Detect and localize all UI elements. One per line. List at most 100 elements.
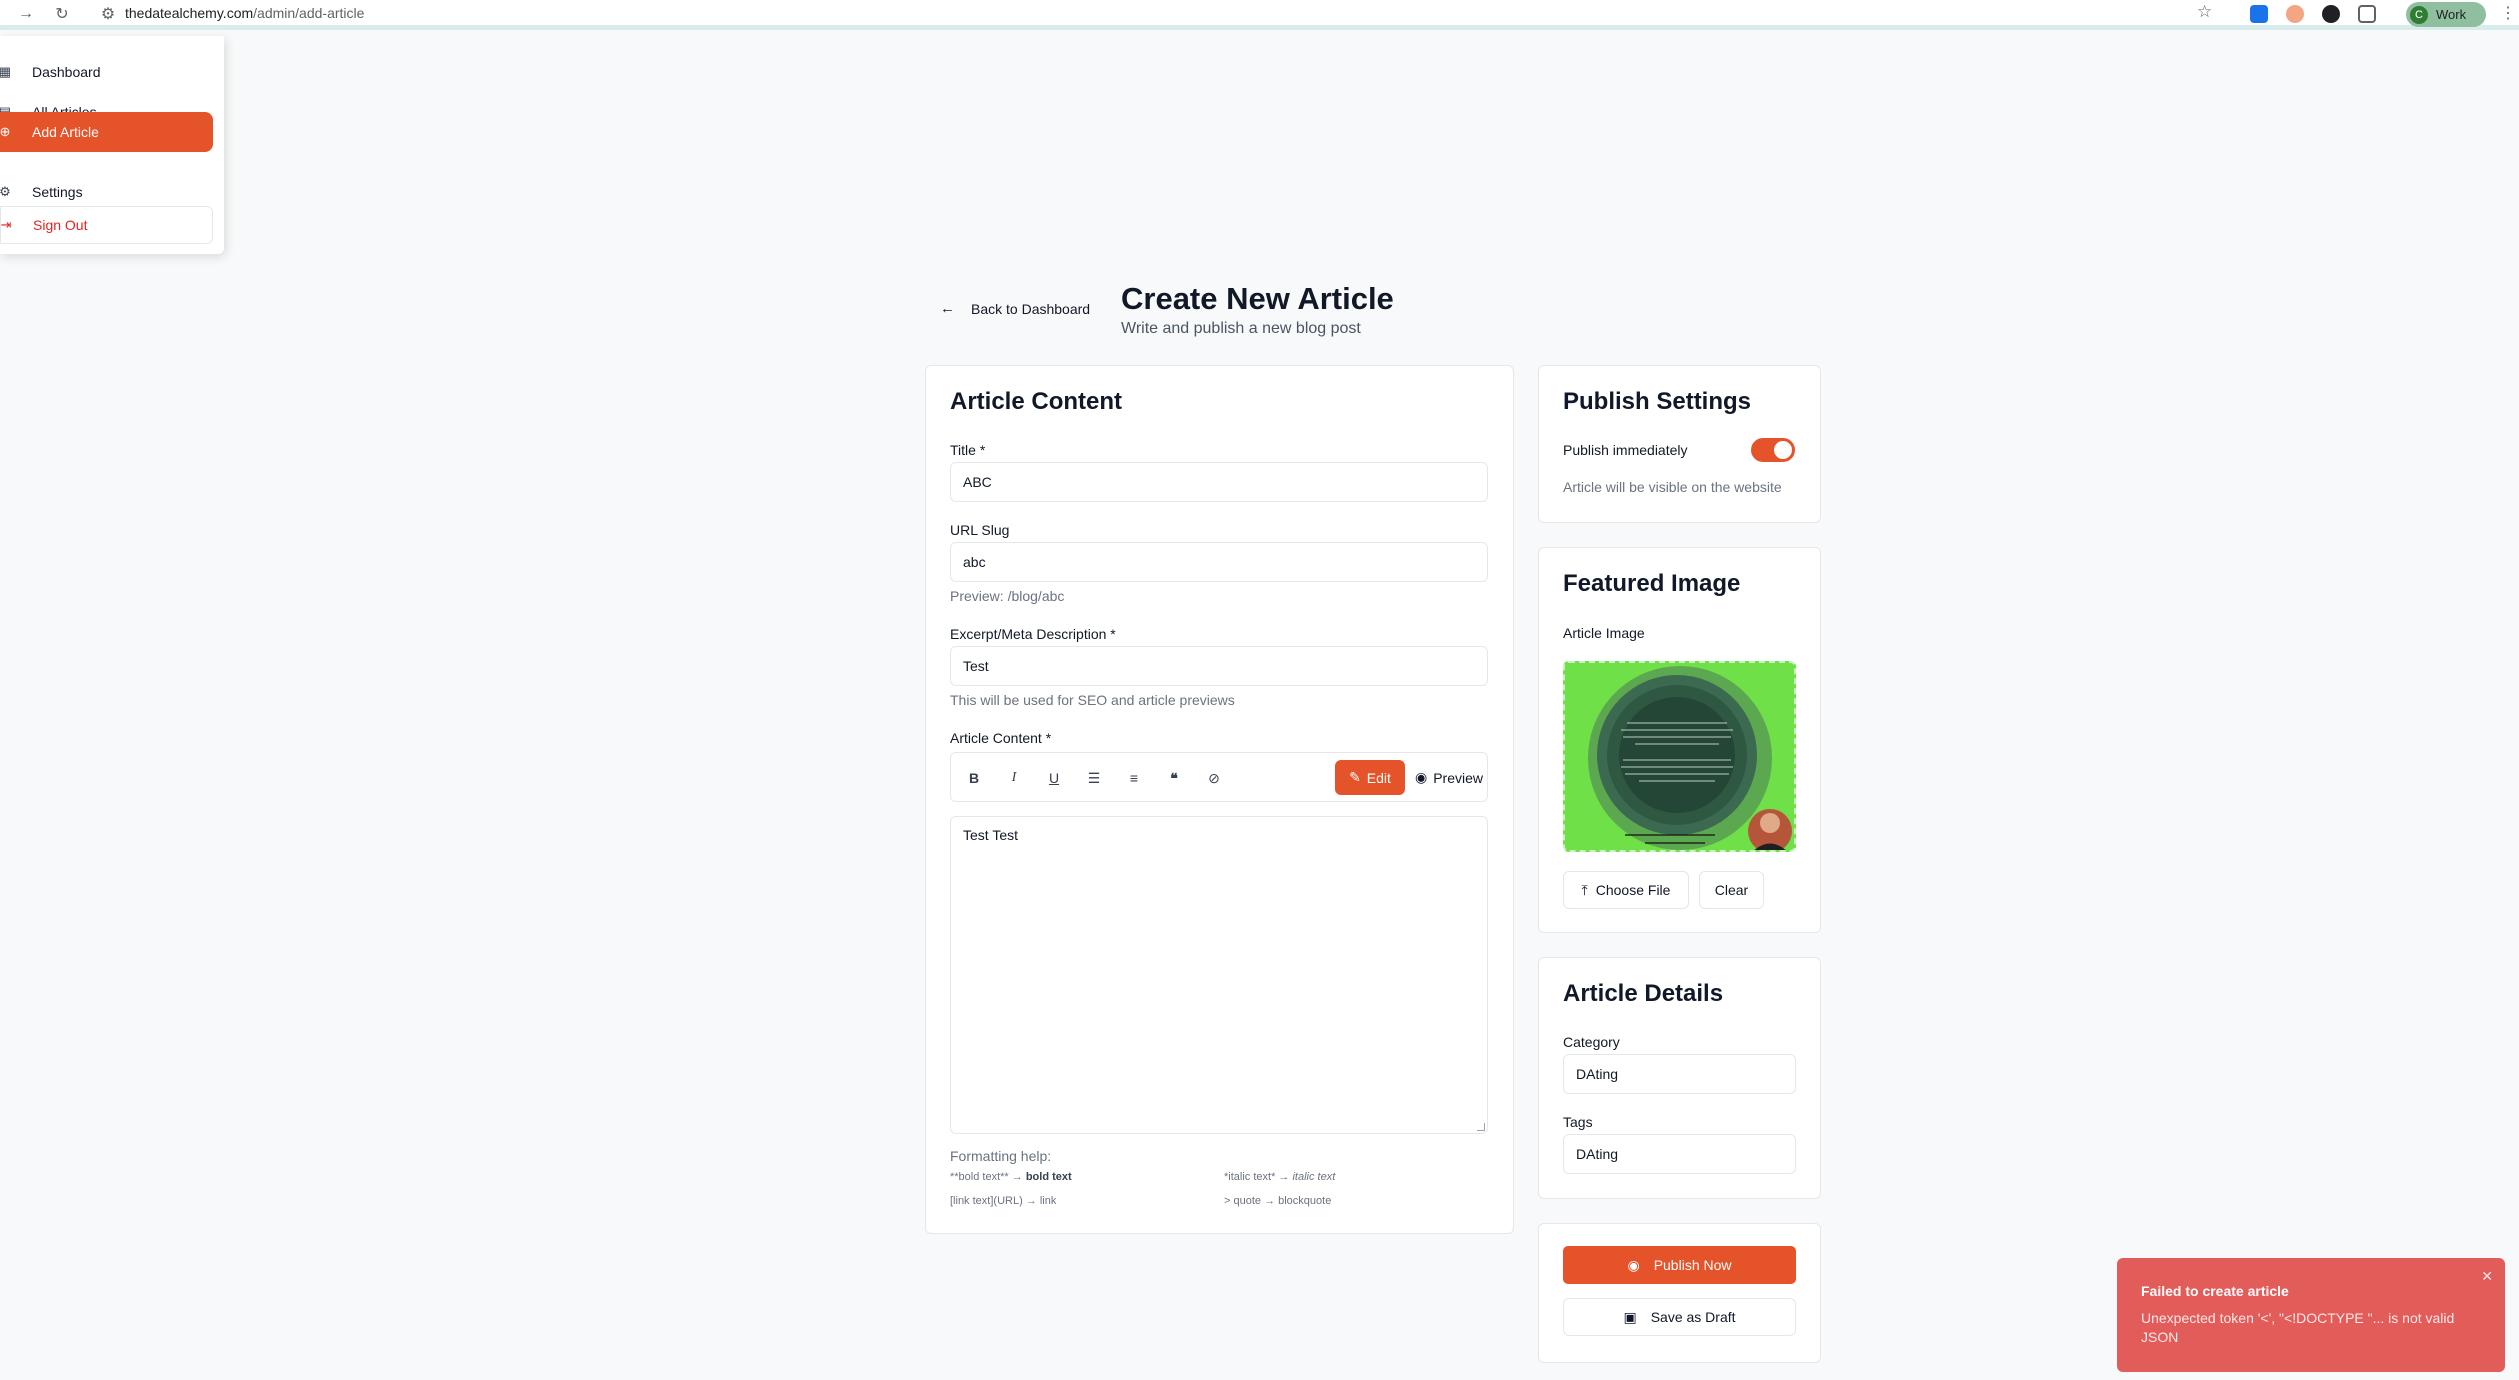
- plus-circle-icon: ⊕: [0, 124, 11, 139]
- card-title: Article Details: [1563, 980, 1724, 1007]
- excerpt-label: Excerpt/Meta Description *: [950, 626, 1116, 642]
- eye-icon: ◉: [1627, 1256, 1640, 1273]
- excerpt-hint: This will be used for SEO and article pr…: [950, 692, 1235, 708]
- actions-card: ◉ Publish Now ▣ Save as Draft: [1538, 1223, 1821, 1363]
- help-bold: **bold text** → bold text: [950, 1171, 1072, 1183]
- bookmark-star-icon[interactable]: ☆: [2197, 2, 2212, 22]
- reload-icon[interactable]: ↻: [50, 2, 74, 26]
- forward-icon[interactable]: →: [14, 2, 38, 26]
- content-label: Article Content *: [950, 730, 1052, 746]
- card-title: Article Content: [950, 388, 1123, 415]
- dashboard-icon: ▦: [0, 64, 12, 79]
- toast-title: Failed to create article: [2141, 1283, 2289, 1299]
- category-label: Category: [1563, 1034, 1620, 1050]
- address-bar[interactable]: thedatealchemy.com/admin/add-article: [125, 5, 364, 21]
- sidebar-item-label: Settings: [32, 184, 83, 200]
- preview-label: Preview: [1433, 769, 1483, 786]
- slug-label: URL Slug: [950, 522, 1010, 538]
- choose-file-button[interactable]: ⤒ Choose File: [1563, 871, 1689, 909]
- help-bold-out: bold text: [1025, 1171, 1072, 1183]
- gear-icon: ⚙: [0, 184, 11, 199]
- url-domain: thedatealchemy.com: [125, 5, 254, 21]
- browser-toolbar: → ↻ ⚙ thedatealchemy.com/admin/add-artic…: [0, 0, 2519, 30]
- italic-icon[interactable]: I: [1001, 765, 1027, 791]
- publish-immediately-label: Publish immediately: [1563, 442, 1688, 458]
- sidebar-item-label: Add Article: [32, 124, 99, 140]
- edit-mode-button[interactable]: ✎ Edit: [1335, 760, 1405, 795]
- bold-icon[interactable]: B: [961, 765, 987, 791]
- slug-preview: Preview: /blog/abc: [950, 588, 1065, 604]
- edit-label: Edit: [1366, 769, 1391, 786]
- save-draft-button[interactable]: ▣ Save as Draft: [1563, 1298, 1796, 1336]
- help-italic: *italic text* → italic text: [1224, 1171, 1335, 1183]
- error-toast: Failed to create article Unexpected toke…: [2117, 1258, 2505, 1372]
- extension-icon[interactable]: [2322, 5, 2340, 23]
- extensions-puzzle-icon[interactable]: [2358, 5, 2376, 23]
- back-label: Back to Dashboard: [971, 300, 1091, 317]
- avatar: C: [2410, 5, 2428, 24]
- toast-message: Unexpected token '<', "<!DOCTYPE "... is…: [2141, 1310, 2455, 1345]
- card-title: Featured Image: [1563, 570, 1741, 597]
- sidebar-item-label: Dashboard: [32, 64, 101, 80]
- sidebar-item-add-article[interactable]: ⊕ Add Article: [0, 112, 213, 152]
- editor-toolbar: B I U ☰ ≡ ❝ ⊘ ✎ Edit ◉ Preview: [950, 752, 1488, 802]
- help-link: [link text](URL) → link: [950, 1195, 1057, 1207]
- close-icon[interactable]: ✕: [2481, 1268, 2493, 1285]
- help-italic-src: *italic text* →: [1224, 1171, 1290, 1183]
- tags-label: Tags: [1563, 1114, 1593, 1130]
- featured-image-card: Featured Image Article Image ⤒ Choose Fi…: [1538, 547, 1821, 933]
- content-text: Test Test: [963, 827, 1018, 843]
- profile-name: Work: [2436, 7, 2467, 22]
- profile-chip[interactable]: C Work: [2406, 2, 2486, 27]
- extension-icon[interactable]: [2250, 5, 2268, 23]
- browser-menu-icon[interactable]: ⋮: [2500, 3, 2516, 23]
- title-input[interactable]: ABC: [950, 462, 1488, 502]
- save-draft-label: Save as Draft: [1650, 1309, 1736, 1325]
- back-to-dashboard-link[interactable]: ← Back to Dashboard: [940, 300, 1090, 317]
- sign-out-icon: ⇥: [0, 217, 12, 232]
- excerpt-input[interactable]: Test: [950, 646, 1488, 686]
- admin-nav-menu: ▦ Dashboard ▤ All Articles ⊕ Add Article…: [0, 36, 224, 254]
- sign-out-label: Sign Out: [33, 217, 88, 233]
- quote-graphic-image: [1565, 663, 1794, 850]
- card-title: Publish Settings: [1563, 388, 1752, 415]
- help-bold-src: **bold text** →: [950, 1171, 1023, 1183]
- page-subtitle: Write and publish a new blog post: [1121, 320, 1361, 337]
- arrow-left-icon: ←: [940, 300, 955, 317]
- help-italic-out: italic text: [1292, 1171, 1336, 1183]
- site-settings-icon[interactable]: ⚙: [96, 2, 120, 26]
- publish-now-button[interactable]: ◉ Publish Now: [1563, 1246, 1796, 1284]
- slug-input[interactable]: abc: [950, 542, 1488, 582]
- page-title: Create New Article: [1121, 281, 1394, 316]
- extension-icon[interactable]: [2286, 5, 2304, 23]
- formatting-help-title: Formatting help:: [950, 1148, 1052, 1164]
- sidebar-item-dashboard[interactable]: ▦ Dashboard: [0, 52, 213, 92]
- help-quote: > quote → blockquote: [1224, 1195, 1332, 1207]
- preview-mode-button[interactable]: ◉ Preview: [1409, 760, 1489, 795]
- article-details-card: Article Details Category DAting Tags DAt…: [1538, 957, 1821, 1199]
- article-content-card: Article Content Title * ABC URL Slug abc…: [925, 365, 1514, 1234]
- link-icon[interactable]: ⊘: [1201, 765, 1227, 791]
- category-input[interactable]: DAting: [1563, 1054, 1796, 1094]
- underline-icon[interactable]: U: [1041, 765, 1067, 791]
- publish-now-label: Publish Now: [1653, 1257, 1732, 1273]
- publish-immediately-toggle[interactable]: [1751, 438, 1795, 462]
- bullet-list-icon[interactable]: ☰: [1081, 765, 1107, 791]
- clear-image-button[interactable]: Clear: [1699, 871, 1764, 909]
- choose-file-label: Choose File: [1595, 882, 1671, 898]
- article-image-label: Article Image: [1563, 625, 1645, 641]
- quote-icon[interactable]: ❝: [1161, 765, 1187, 791]
- eye-icon: ◉: [1414, 769, 1428, 785]
- resize-handle[interactable]: [1477, 1123, 1485, 1131]
- toggle-knob: [1774, 441, 1792, 459]
- content-textarea[interactable]: Test Test: [950, 816, 1488, 1134]
- numbered-list-icon[interactable]: ≡: [1121, 765, 1147, 791]
- sign-out-button[interactable]: ⇥ Sign Out: [0, 206, 213, 244]
- url-path: /admin/add-article: [253, 5, 365, 21]
- upload-icon: ⤒: [1581, 881, 1588, 898]
- publish-hint: Article will be visible on the website: [1563, 479, 1782, 495]
- pencil-icon: ✎: [1349, 769, 1361, 785]
- title-label: Title *: [950, 442, 986, 458]
- featured-image-preview[interactable]: [1563, 661, 1796, 852]
- tags-input[interactable]: DAting: [1563, 1134, 1796, 1174]
